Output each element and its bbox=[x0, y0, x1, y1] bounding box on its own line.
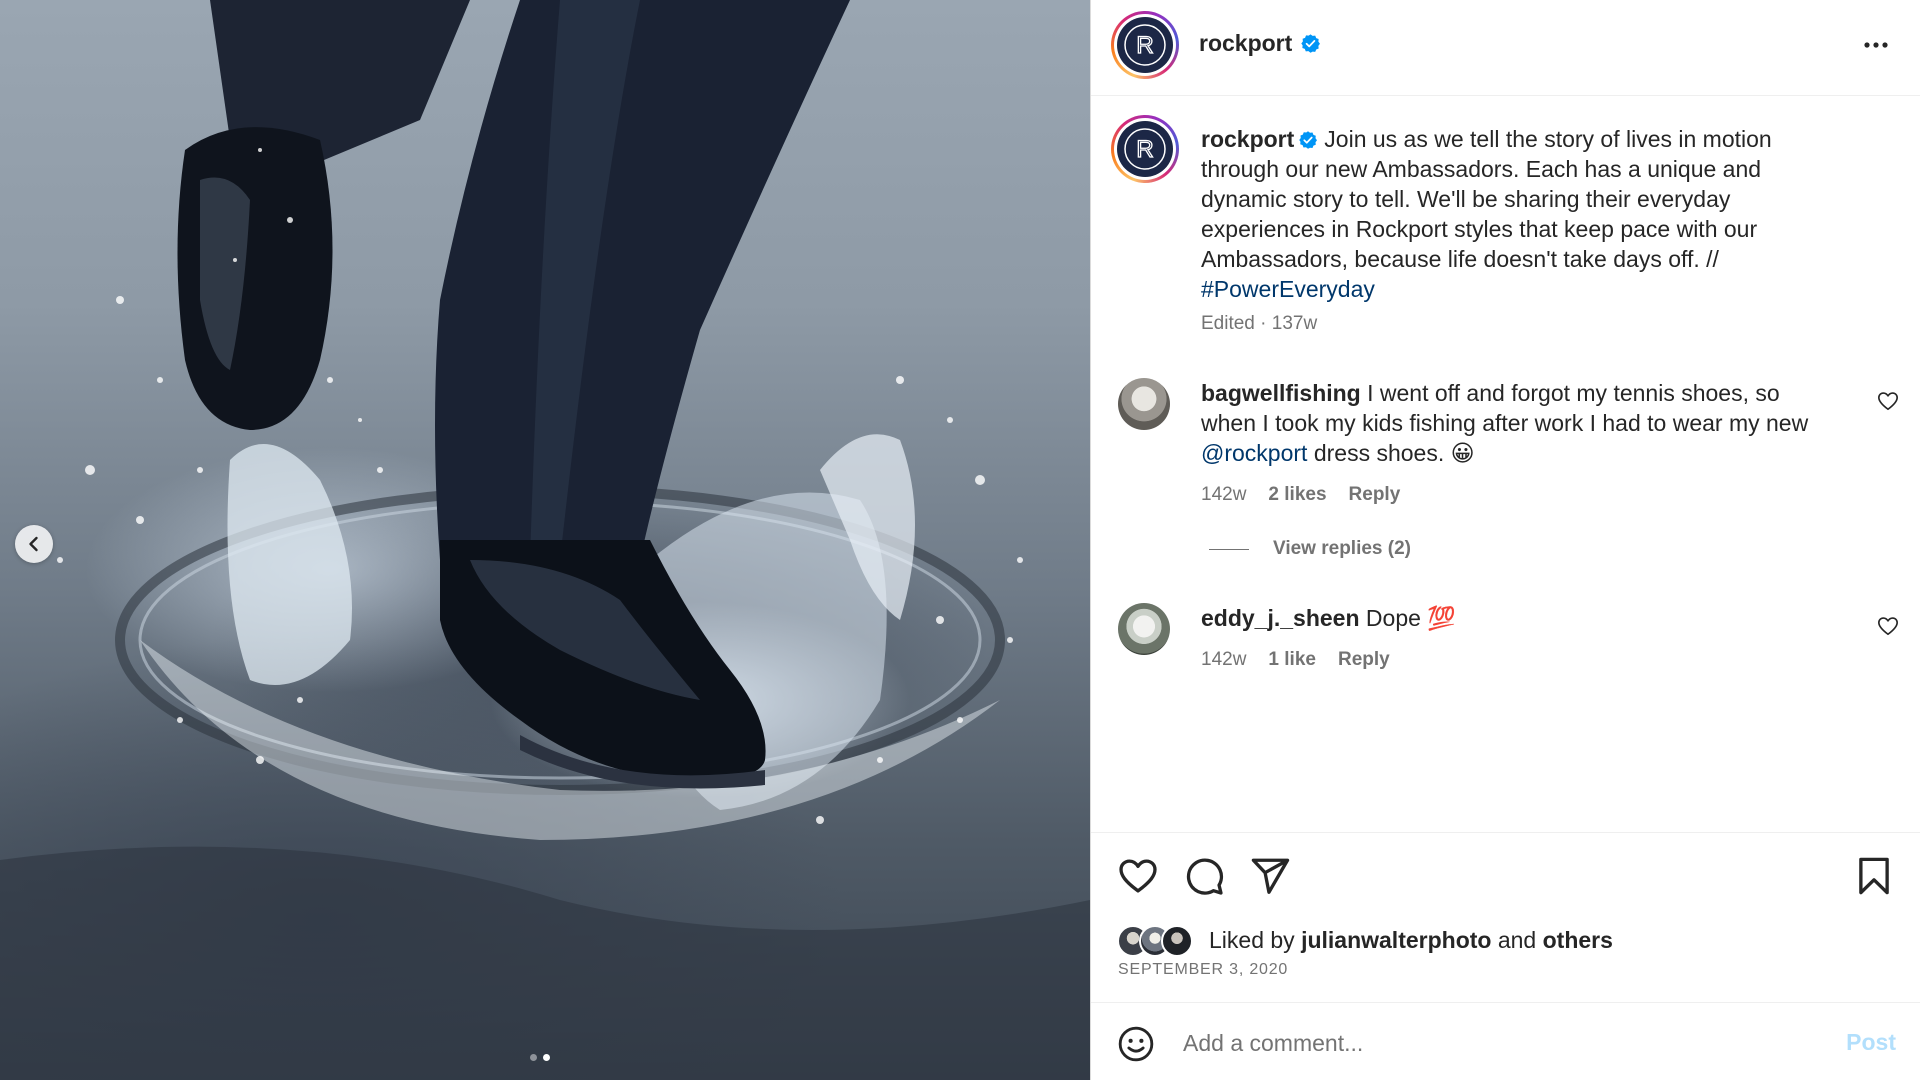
add-comment-bar: Post bbox=[1091, 1002, 1920, 1080]
post-comment-button[interactable]: Post bbox=[1846, 1029, 1896, 1056]
carousel-prev-button[interactable] bbox=[15, 525, 53, 563]
comment-username[interactable]: bagwellfishing bbox=[1201, 380, 1361, 406]
emoji-icon[interactable] bbox=[1117, 1025, 1155, 1063]
post-photo bbox=[0, 0, 1090, 1080]
verified-badge-icon bbox=[1299, 131, 1318, 149]
share-icon[interactable] bbox=[1249, 855, 1291, 897]
post-header: R rockport bbox=[1091, 0, 1920, 96]
comment-like-icon[interactable] bbox=[1877, 390, 1899, 412]
liked-by-and: and bbox=[1497, 927, 1537, 953]
liked-by-user[interactable]: julianwalterphoto bbox=[1301, 927, 1491, 953]
carousel-dot-active bbox=[543, 1054, 550, 1061]
commenter-avatar[interactable] bbox=[1118, 603, 1170, 655]
comment-meta: 142w 1 like Reply bbox=[1201, 649, 1390, 671]
comment-mention[interactable]: @rockport bbox=[1201, 440, 1307, 466]
liked-by-prefix: Liked by bbox=[1209, 927, 1295, 953]
author-avatar[interactable]: R bbox=[1111, 11, 1179, 79]
svg-text:R: R bbox=[1136, 136, 1153, 163]
more-options-button[interactable] bbox=[1861, 30, 1891, 65]
caption-username[interactable]: rockport bbox=[1201, 126, 1294, 152]
post-caption: rockport Join us as we tell the story of… bbox=[1201, 124, 1821, 304]
author-username-text[interactable]: rockport bbox=[1199, 30, 1292, 57]
liked-by-text: Liked by julianwalterphoto and others bbox=[1209, 927, 1613, 954]
comment-age: 142w bbox=[1201, 484, 1247, 505]
view-replies-line bbox=[1209, 548, 1249, 550]
comment-like-icon[interactable] bbox=[1877, 615, 1899, 637]
view-replies-button[interactable]: View replies (2) bbox=[1209, 538, 1411, 560]
verified-badge-icon bbox=[1301, 34, 1321, 53]
comment-input[interactable] bbox=[1183, 1023, 1783, 1063]
comment-body: Dope 💯 bbox=[1365, 605, 1456, 631]
liker-avatar bbox=[1161, 925, 1193, 957]
commenter-avatar[interactable] bbox=[1118, 378, 1170, 430]
comment-icon[interactable] bbox=[1183, 855, 1225, 897]
post-details-panel: R rockport R rockport Join us as we tell… bbox=[1090, 0, 1920, 1080]
bookmark-icon[interactable] bbox=[1853, 855, 1895, 897]
svg-text:R: R bbox=[1136, 32, 1153, 59]
comment-likes[interactable]: 1 like bbox=[1268, 649, 1316, 671]
view-replies-label[interactable]: View replies (2) bbox=[1273, 538, 1411, 560]
comment-username[interactable]: eddy_j._sheen bbox=[1201, 605, 1360, 631]
comment-body-end: dress shoes. 😀 bbox=[1313, 440, 1475, 466]
liker-avatars[interactable] bbox=[1117, 925, 1193, 957]
comment-likes[interactable]: 2 likes bbox=[1268, 484, 1326, 506]
rockport-logo-icon: R bbox=[1124, 128, 1166, 170]
author-username[interactable]: rockport bbox=[1199, 30, 1321, 57]
comment-age: 142w bbox=[1201, 649, 1247, 670]
caption-author-avatar[interactable]: R bbox=[1111, 115, 1179, 183]
comment-reply-button[interactable]: Reply bbox=[1349, 484, 1401, 506]
post-actions: Liked by julianwalterphoto and others SE… bbox=[1091, 832, 1920, 1002]
carousel-dot bbox=[530, 1054, 537, 1061]
chevron-left-icon bbox=[29, 536, 38, 552]
post-date[interactable]: SEPTEMBER 3, 2020 bbox=[1118, 961, 1288, 979]
liked-by-others[interactable]: others bbox=[1543, 927, 1613, 953]
comment-text: eddy_j._sheen Dope 💯 bbox=[1201, 603, 1841, 633]
post-media[interactable] bbox=[0, 0, 1090, 1080]
comment-meta: 142w 2 likes Reply bbox=[1201, 484, 1400, 506]
caption-hashtag[interactable]: #PowerEveryday bbox=[1201, 276, 1375, 302]
comment-reply-button[interactable]: Reply bbox=[1338, 649, 1390, 671]
caption-meta: Edited · 137w bbox=[1201, 313, 1318, 334]
more-options-icon bbox=[1864, 42, 1888, 48]
comment-text: bagwellfishing I went off and forgot my … bbox=[1201, 378, 1841, 468]
heart-icon[interactable] bbox=[1117, 855, 1159, 897]
rockport-logo-icon: R bbox=[1124, 24, 1166, 66]
carousel-indicator bbox=[530, 1054, 550, 1061]
